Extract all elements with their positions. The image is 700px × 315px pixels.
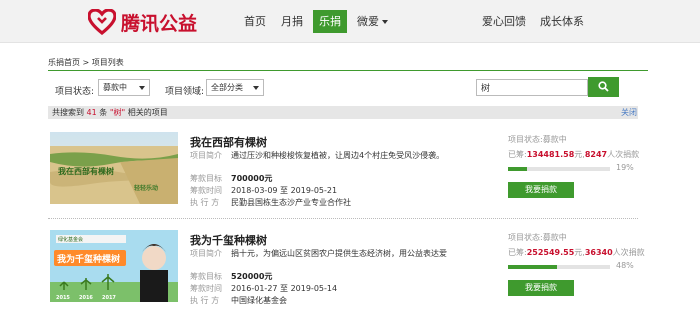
project-time: 2016-01-27 至 2019-05-14 xyxy=(231,284,338,293)
nav-item-home[interactable]: 首页 xyxy=(244,10,266,33)
result-count: 41 xyxy=(86,108,97,117)
chevron-down-icon xyxy=(139,86,145,90)
top-nav: 腾讯公益 首页 月捐 乐捐 微爱 爱心回馈 成长体系 xyxy=(0,0,700,43)
thumbnail-title: 我为千玺种棵树 xyxy=(57,253,120,265)
svg-text:轻轻乐动: 轻轻乐动 xyxy=(134,184,158,192)
field-filter-value: 全部分类 xyxy=(211,83,243,92)
search-input[interactable] xyxy=(476,79,588,96)
campaign-poster-image: 绿化基金会 我为千玺种棵树 2015 2016 2017 xyxy=(50,230,178,302)
project-summary: 通过压沙和种梭梭恢复植被，让周边4个村庄免受风沙侵袭。 xyxy=(231,151,445,160)
project-title[interactable]: 我在西部有棵树 xyxy=(190,134,267,150)
donate-button[interactable]: 我要捐款 xyxy=(508,280,574,296)
project-status: 项目状态:募款中 xyxy=(508,135,567,144)
donor-suffix: 人次捐款 xyxy=(607,150,640,159)
summary-label: 项目简介 xyxy=(190,151,222,160)
project-target: 700000元 xyxy=(231,174,273,183)
raised-amount: 252549.55 xyxy=(526,248,575,257)
raised-amount: 134481.58 xyxy=(526,150,575,159)
chevron-down-icon xyxy=(253,86,259,90)
thumbnail-title: 我在西部有棵树 xyxy=(58,166,114,176)
raised-unit: 元, xyxy=(574,248,585,257)
nav-item-monthly[interactable]: 月捐 xyxy=(281,10,303,33)
project-thumbnail[interactable]: 绿化基金会 我为千玺种棵树 2015 2016 2017 xyxy=(50,230,178,302)
status-filter-select[interactable]: 募款中 xyxy=(98,79,150,96)
project-executor: 民勤县国栋生态沙产业专业合作社 xyxy=(231,198,351,207)
nav-item-feedback[interactable]: 爱心回馈 xyxy=(482,10,526,33)
raised-prefix: 已筹: xyxy=(508,150,527,159)
donor-suffix: 人次捐款 xyxy=(612,248,645,257)
status-filter-label: 项目状态: xyxy=(55,87,95,97)
desert-photo-image: 我在西部有棵树 轻轻乐动 xyxy=(50,132,178,204)
result-keyword: "树" xyxy=(109,108,126,117)
result-prefix: 共搜索到 xyxy=(52,108,84,117)
project-title[interactable]: 我为千玺种棵树 xyxy=(190,232,267,248)
project-stats: 项目状态:募款中 已筹:134481.58元,8247人次捐款 19% 我要捐款 xyxy=(508,134,639,198)
project-card: 我在西部有棵树 轻轻乐动 我在西部有棵树 项目简介 通过压沙和种梭梭恢复植被，让… xyxy=(48,128,639,216)
project-card: 绿化基金会 我为千玺种棵树 2015 2016 2017 我为千玺种棵树 项目简… xyxy=(48,226,645,314)
brand-logo[interactable]: 腾讯公益 xyxy=(88,9,197,35)
thumbnail-year: 2016 xyxy=(79,295,93,301)
breadcrumb-divider xyxy=(48,70,648,71)
target-label: 筹款目标 xyxy=(190,174,222,183)
project-raised: 已筹:134481.58元,8247人次捐款 xyxy=(508,149,639,160)
project-target: 520000元 xyxy=(231,272,273,281)
svg-text:绿化基金会: 绿化基金会 xyxy=(58,236,83,243)
project-time: 2018-03-09 至 2019-05-21 xyxy=(231,186,338,195)
project-summary: 捐十元，为偏远山区贫困农户提供生态经济树，用公益表达爱 xyxy=(231,249,447,258)
summary-label: 项目简介 xyxy=(190,249,222,258)
field-filter-label: 项目领域: xyxy=(165,87,205,97)
nav-item-lejuan[interactable]: 乐捐 xyxy=(313,10,347,33)
brand-name: 腾讯公益 xyxy=(121,12,198,35)
chevron-down-icon xyxy=(382,20,388,24)
progress-fill xyxy=(508,265,557,269)
breadcrumb[interactable]: 乐捐首页 > 项目列表 xyxy=(48,57,124,68)
nav-item-weiai-label: 微爱 xyxy=(357,15,379,28)
project-status: 项目状态:募款中 xyxy=(508,233,567,242)
status-filter-value: 募款中 xyxy=(103,83,127,92)
nav-item-growth[interactable]: 成长体系 xyxy=(540,10,584,33)
progress-percent: 19% xyxy=(616,163,634,172)
heart-logo-icon xyxy=(88,9,116,35)
raised-prefix: 已筹: xyxy=(508,248,527,257)
project-stats: 项目状态:募款中 已筹:252549.55元,36340人次捐款 48% 我要捐… xyxy=(508,232,645,296)
close-results-link[interactable]: 关闭 xyxy=(621,107,637,118)
progress-bar xyxy=(508,265,610,269)
donor-count: 8247 xyxy=(584,150,608,159)
result-summary: 共搜索到 41 条 "树" 相关的项目 xyxy=(48,106,638,119)
card-divider xyxy=(48,218,638,219)
nav-item-weiai[interactable]: 微爱 xyxy=(357,10,388,33)
target-label: 筹款目标 xyxy=(190,272,222,281)
progress-percent: 48% xyxy=(616,261,634,270)
thumbnail-year: 2017 xyxy=(102,295,116,301)
progress-fill xyxy=(508,167,528,171)
project-executor: 中国绿化基金会 xyxy=(231,296,287,305)
thumbnail-year: 2015 xyxy=(56,295,70,301)
progress-bar xyxy=(508,167,610,171)
executor-label: 执 行 方 xyxy=(190,296,220,305)
project-raised: 已筹:252549.55元,36340人次捐款 xyxy=(508,247,645,258)
result-suffix: 相关的项目 xyxy=(127,108,168,117)
project-thumbnail[interactable]: 我在西部有棵树 轻轻乐动 xyxy=(50,132,178,204)
search-button[interactable] xyxy=(588,77,619,97)
result-unit: 条 xyxy=(99,108,108,117)
time-label: 筹款时间 xyxy=(190,186,222,195)
raised-unit: 元, xyxy=(574,150,585,159)
donor-count: 36340 xyxy=(584,248,613,257)
executor-label: 执 行 方 xyxy=(190,198,220,207)
search-icon xyxy=(598,81,609,92)
field-filter-select[interactable]: 全部分类 xyxy=(206,79,264,96)
donate-button[interactable]: 我要捐款 xyxy=(508,182,574,198)
time-label: 筹款时间 xyxy=(190,284,222,293)
